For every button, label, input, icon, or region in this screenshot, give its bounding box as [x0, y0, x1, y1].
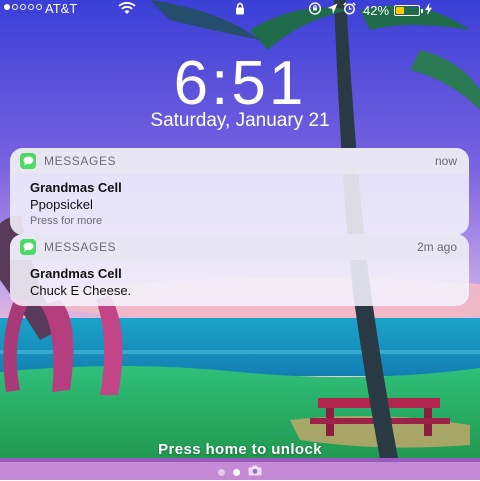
- notification-card[interactable]: MESSAGES now Grandmas Cell Ppopsickel Pr…: [10, 148, 469, 235]
- notification-hint: Press for more: [30, 215, 103, 227]
- notification-card[interactable]: MESSAGES 2m ago Grandmas Cell Chuck E Ch…: [10, 234, 469, 306]
- carrier-name: AT&T: [45, 1, 78, 16]
- notification-header: MESSAGES now: [10, 148, 469, 174]
- notification-app-name: MESSAGES: [44, 240, 117, 254]
- camera-icon[interactable]: [248, 463, 262, 481]
- notification-time: 2m ago: [416, 240, 457, 254]
- page-indicator[interactable]: [0, 463, 480, 481]
- wifi-icon: [118, 2, 136, 18]
- signal-strength-icon: [4, 4, 42, 10]
- signal-dot: [4, 4, 10, 10]
- notification-message: Ppopsickel: [30, 197, 93, 212]
- notification-sender: Grandmas Cell: [30, 266, 122, 281]
- signal-dot: [36, 4, 42, 10]
- signal-dot: [28, 4, 34, 10]
- press-home-to-unlock: Press home to unlock: [158, 441, 322, 458]
- signal-dot: [12, 4, 18, 10]
- lock-screen-time: 6:51: [173, 49, 307, 118]
- status-right: 42%: [308, 2, 433, 18]
- lock-icon: [235, 2, 245, 18]
- notification-header: MESSAGES 2m ago: [10, 234, 469, 260]
- orientation-lock-icon: [308, 2, 322, 18]
- notification-time: now: [434, 154, 457, 168]
- battery-percentage: 42%: [363, 2, 390, 18]
- status-bar: AT&T 42%: [0, 0, 480, 18]
- notification-body: Grandmas Cell Chuck E Cheese.: [10, 260, 469, 306]
- charging-icon: [425, 2, 433, 18]
- messages-icon: [20, 239, 36, 255]
- location-icon: [327, 3, 338, 18]
- notification-body: Grandmas Cell Ppopsickel Press for more: [10, 174, 469, 235]
- battery-level: [396, 6, 405, 14]
- messages-icon: [20, 153, 36, 169]
- notification-message: Chuck E Cheese.: [30, 283, 132, 298]
- lock-screen-date: Saturday, January 21: [150, 110, 330, 131]
- battery-icon: [394, 4, 424, 16]
- notification-app-name: MESSAGES: [44, 154, 117, 168]
- page-dot[interactable]: [218, 468, 225, 476]
- signal-dot: [20, 4, 26, 10]
- notification-sender: Grandmas Cell: [30, 180, 122, 195]
- page-dot-active[interactable]: [233, 468, 240, 476]
- alarm-icon: [343, 2, 356, 18]
